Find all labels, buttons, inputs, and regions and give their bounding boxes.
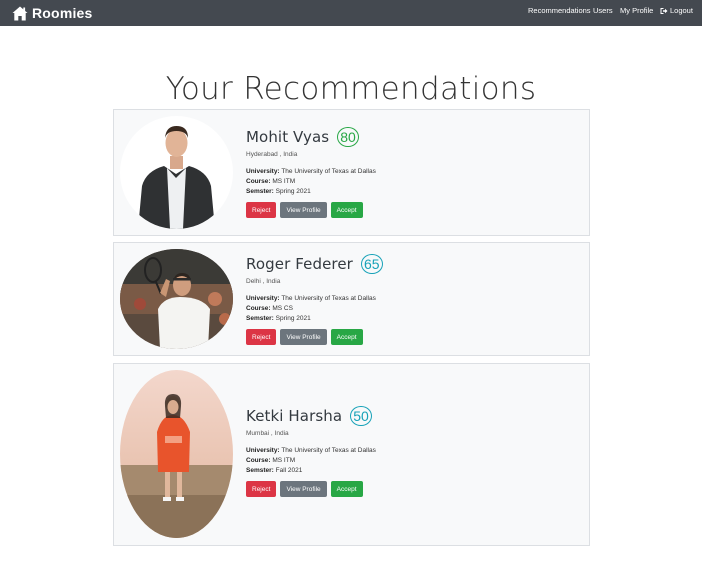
nav-recommendations[interactable]: Recommendations (528, 6, 591, 15)
nav-logout-label: Logout (670, 6, 693, 15)
profile-photo (120, 116, 233, 229)
university-label: University: (246, 295, 280, 302)
view-profile-button[interactable]: View Profile (280, 481, 327, 497)
course-label: Course: (246, 457, 271, 464)
recommendation-card: Mohit Vyas 80 Hyderabad , India Universi… (113, 109, 590, 236)
accept-button[interactable]: Accept (330, 481, 363, 497)
course-value: MS ITM (272, 457, 296, 464)
accept-button[interactable]: Accept (330, 202, 363, 218)
view-profile-button[interactable]: View Profile (280, 202, 327, 218)
semester-label: Semster: (246, 188, 274, 195)
reject-button[interactable]: Reject (246, 202, 277, 218)
course-label: Course: (246, 178, 271, 185)
navbar: Roomies Recommendations Users My Profile… (0, 0, 702, 26)
nav-logout[interactable]: Logout (660, 6, 693, 15)
nav-my-profile[interactable]: My Profile (620, 6, 653, 15)
profile-photo (120, 249, 233, 349)
profile-location: Hyderabad , India (246, 151, 298, 158)
semester-value: Spring 2021 (275, 188, 311, 195)
university-value: The University of Texas at Dallas (281, 168, 376, 175)
brand-link[interactable]: Roomies (12, 4, 93, 22)
university-label: University: (246, 168, 280, 175)
accept-button[interactable]: Accept (330, 329, 363, 345)
course-label: Course: (246, 305, 271, 312)
semester-value: Spring 2021 (275, 315, 311, 322)
match-score-badge: 65 (360, 254, 383, 274)
profile-info: Mohit Vyas 80 Hyderabad , India Universi… (246, 126, 376, 218)
reject-button[interactable]: Reject (246, 329, 277, 345)
university-value: The University of Texas at Dallas (281, 295, 376, 302)
profile-location: Mumbai , India (246, 430, 289, 437)
nav-users[interactable]: Users (593, 6, 613, 15)
view-profile-button[interactable]: View Profile (280, 329, 327, 345)
university-label: University: (246, 447, 280, 454)
semester-label: Semster: (246, 467, 274, 474)
reject-button[interactable]: Reject (246, 481, 277, 497)
semester-label: Semster: (246, 315, 274, 322)
profile-info: Ketki Harsha 50 Mumbai , India Universit… (246, 405, 376, 497)
course-value: MS CS (272, 305, 293, 312)
page-title: Your Recommendations (165, 71, 537, 107)
profile-details: University: The University of Texas at D… (246, 446, 376, 476)
recommendation-card: Ketki Harsha 50 Mumbai , India Universit… (113, 363, 590, 546)
profile-details: University: The University of Texas at D… (246, 167, 376, 197)
profile-photo (120, 370, 233, 538)
home-icon (12, 6, 28, 20)
profile-name: Roger Federer (246, 255, 353, 273)
recommendation-card: Roger Federer 65 Delhi , India Universit… (113, 242, 590, 356)
profile-name: Mohit Vyas (246, 128, 330, 146)
sign-out-icon (660, 7, 668, 14)
university-value: The University of Texas at Dallas (281, 447, 376, 454)
profile-details: University: The University of Texas at D… (246, 294, 383, 324)
profile-location: Delhi , India (246, 278, 281, 285)
semester-value: Fall 2021 (275, 467, 303, 474)
profile-name: Ketki Harsha (246, 407, 343, 425)
brand-name: Roomies (32, 5, 93, 21)
profile-info: Roger Federer 65 Delhi , India Universit… (246, 253, 383, 345)
course-value: MS ITM (272, 178, 296, 185)
match-score-badge: 50 (350, 406, 372, 426)
match-score-badge: 80 (337, 127, 359, 147)
